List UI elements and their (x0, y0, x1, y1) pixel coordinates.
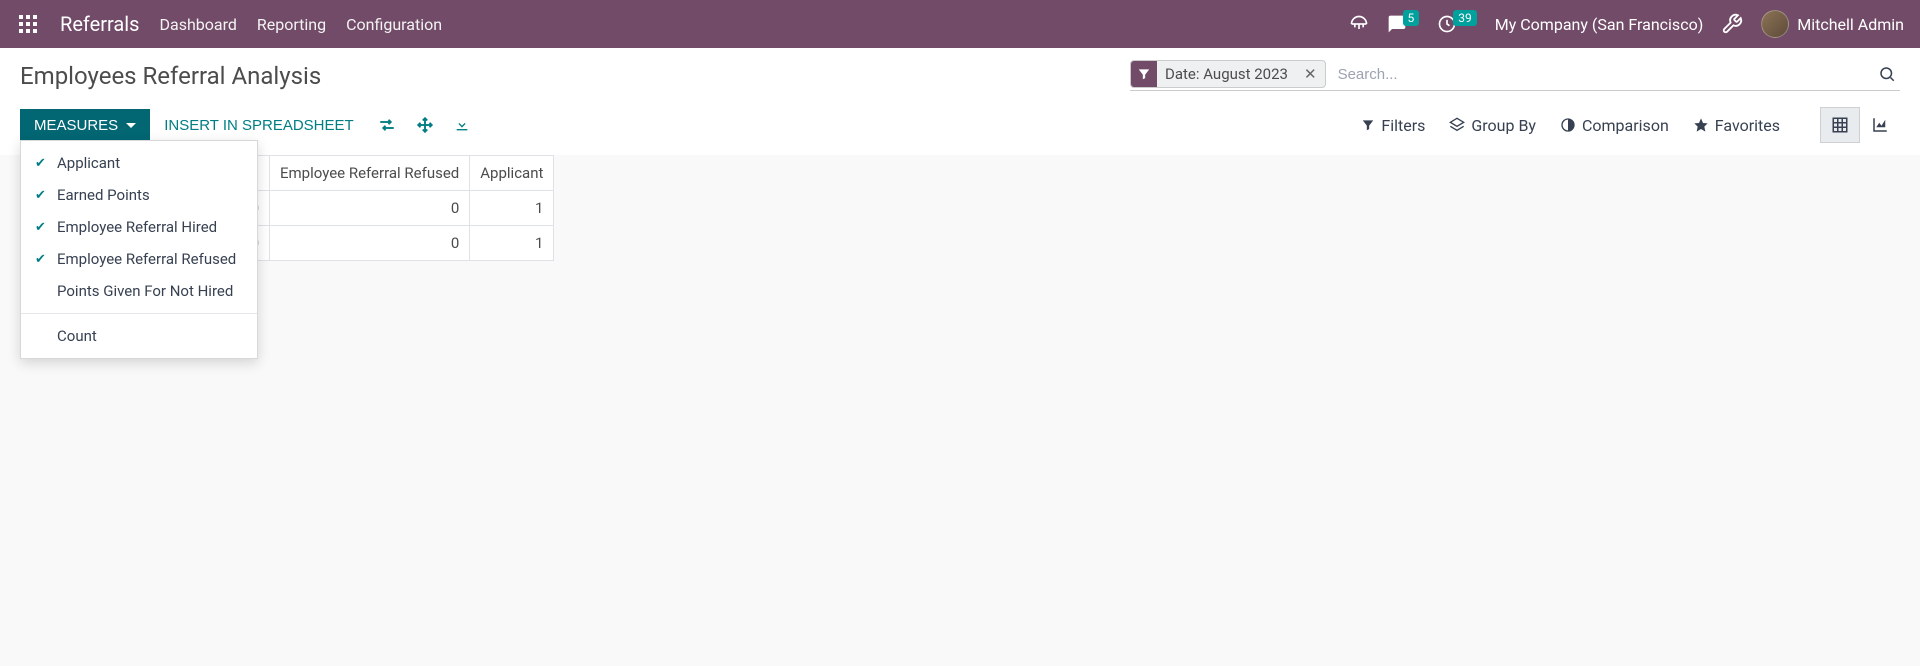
measures-label: MEASURES (34, 117, 118, 134)
control-row: MEASURES INSERT IN SPREADSHEET Filters G… (0, 99, 1920, 155)
comparison-label: Comparison (1582, 116, 1669, 135)
facet-remove[interactable]: ✕ (1296, 65, 1325, 83)
debug-icon[interactable] (1721, 13, 1743, 35)
filters-label: Filters (1381, 116, 1425, 135)
user-menu[interactable]: Mitchell Admin (1761, 10, 1904, 38)
pivot-col-header[interactable]: Employee Referral Refused (270, 156, 470, 191)
measure-item-referral-hired[interactable]: ✔ Employee Referral Hired (21, 211, 257, 243)
measure-item-applicant[interactable]: ✔ Applicant (21, 147, 257, 179)
measure-label: Points Given For Not Hired (57, 282, 233, 300)
tray-icon-1[interactable] (1349, 14, 1369, 34)
nav-configuration[interactable]: Configuration (346, 15, 442, 34)
apps-icon[interactable] (16, 12, 40, 36)
insert-spreadsheet-button[interactable]: INSERT IN SPREADSHEET (150, 109, 368, 142)
view-switcher (1820, 107, 1900, 143)
favorites-label: Favorites (1715, 116, 1780, 135)
measure-label: Employee Referral Refused (57, 250, 236, 268)
messages-badge: 5 (1403, 10, 1420, 26)
navbar-left: Referrals Dashboard Reporting Configurat… (16, 12, 442, 36)
expand-all-button[interactable] (406, 110, 444, 140)
favorites-button[interactable]: Favorites (1693, 116, 1780, 135)
facet-label: Date: August 2023 (1157, 65, 1296, 83)
download-button[interactable] (444, 111, 480, 139)
pivot-cell: 1 (470, 226, 554, 261)
activities-badge: 39 (1453, 10, 1477, 26)
filter-icon (1131, 61, 1157, 87)
nav-reporting[interactable]: Reporting (257, 15, 326, 34)
top-navbar: Referrals Dashboard Reporting Configurat… (0, 0, 1920, 48)
check-icon: ✔ (35, 156, 49, 171)
page-title: Employees Referral Analysis (20, 62, 321, 90)
activities-icon[interactable]: 39 (1437, 14, 1477, 34)
pivot-cell: 1 (470, 191, 554, 226)
measure-label: Applicant (57, 154, 120, 172)
navbar-right: 5 39 My Company (San Francisco) Mitchell… (1349, 10, 1905, 38)
app-brand[interactable]: Referrals (60, 12, 139, 36)
messages-icon[interactable]: 5 (1387, 14, 1420, 34)
pivot-cell: 0 (270, 226, 470, 261)
search-container: Date: August 2023 ✕ (1130, 60, 1900, 91)
caret-down-icon (126, 123, 136, 128)
groupby-label: Group By (1471, 116, 1536, 135)
measures-button[interactable]: MEASURES (20, 109, 150, 142)
groupby-button[interactable]: Group By (1449, 116, 1536, 135)
company-switcher[interactable]: My Company (San Francisco) (1495, 15, 1704, 34)
check-icon: ✔ (35, 188, 49, 203)
search-icon[interactable] (1874, 61, 1900, 87)
graph-view-button[interactable] (1860, 107, 1900, 143)
measure-label: Earned Points (57, 186, 150, 204)
check-icon: ✔ (35, 252, 49, 267)
pivot-cell: 0 (270, 191, 470, 226)
pivot-area: ts Employee Referral Hired Employee Refe… (0, 155, 1920, 261)
measures-dropdown: ✔ Applicant ✔ Earned Points ✔ Employee R… (20, 140, 258, 359)
measure-label: Count (57, 327, 97, 345)
check-icon: ✔ (35, 220, 49, 235)
measure-item-points-not-hired[interactable]: ✔ Points Given For Not Hired (21, 275, 257, 307)
measure-item-referral-refused[interactable]: ✔ Employee Referral Refused (21, 243, 257, 275)
search-facet: Date: August 2023 ✕ (1130, 60, 1326, 88)
user-name: Mitchell Admin (1797, 15, 1904, 34)
measure-label: Employee Referral Hired (57, 218, 217, 236)
comparison-button[interactable]: Comparison (1560, 116, 1669, 135)
content-area: ts Employee Referral Hired Employee Refe… (0, 155, 1920, 665)
filters-button[interactable]: Filters (1361, 116, 1425, 135)
pivot-view-button[interactable] (1820, 107, 1860, 143)
search-input[interactable] (1334, 62, 1874, 87)
measure-item-count[interactable]: ✔ Count (21, 320, 257, 352)
title-row: Employees Referral Analysis Date: August… (0, 48, 1920, 99)
dropdown-divider (21, 313, 257, 314)
right-controls: Filters Group By Comparison Favorites (1361, 107, 1900, 143)
flip-axis-button[interactable] (368, 111, 406, 139)
nav-dashboard[interactable]: Dashboard (159, 15, 236, 34)
measure-item-earned-points[interactable]: ✔ Earned Points (21, 179, 257, 211)
avatar (1761, 10, 1789, 38)
pivot-col-header[interactable]: Applicant (470, 156, 554, 191)
